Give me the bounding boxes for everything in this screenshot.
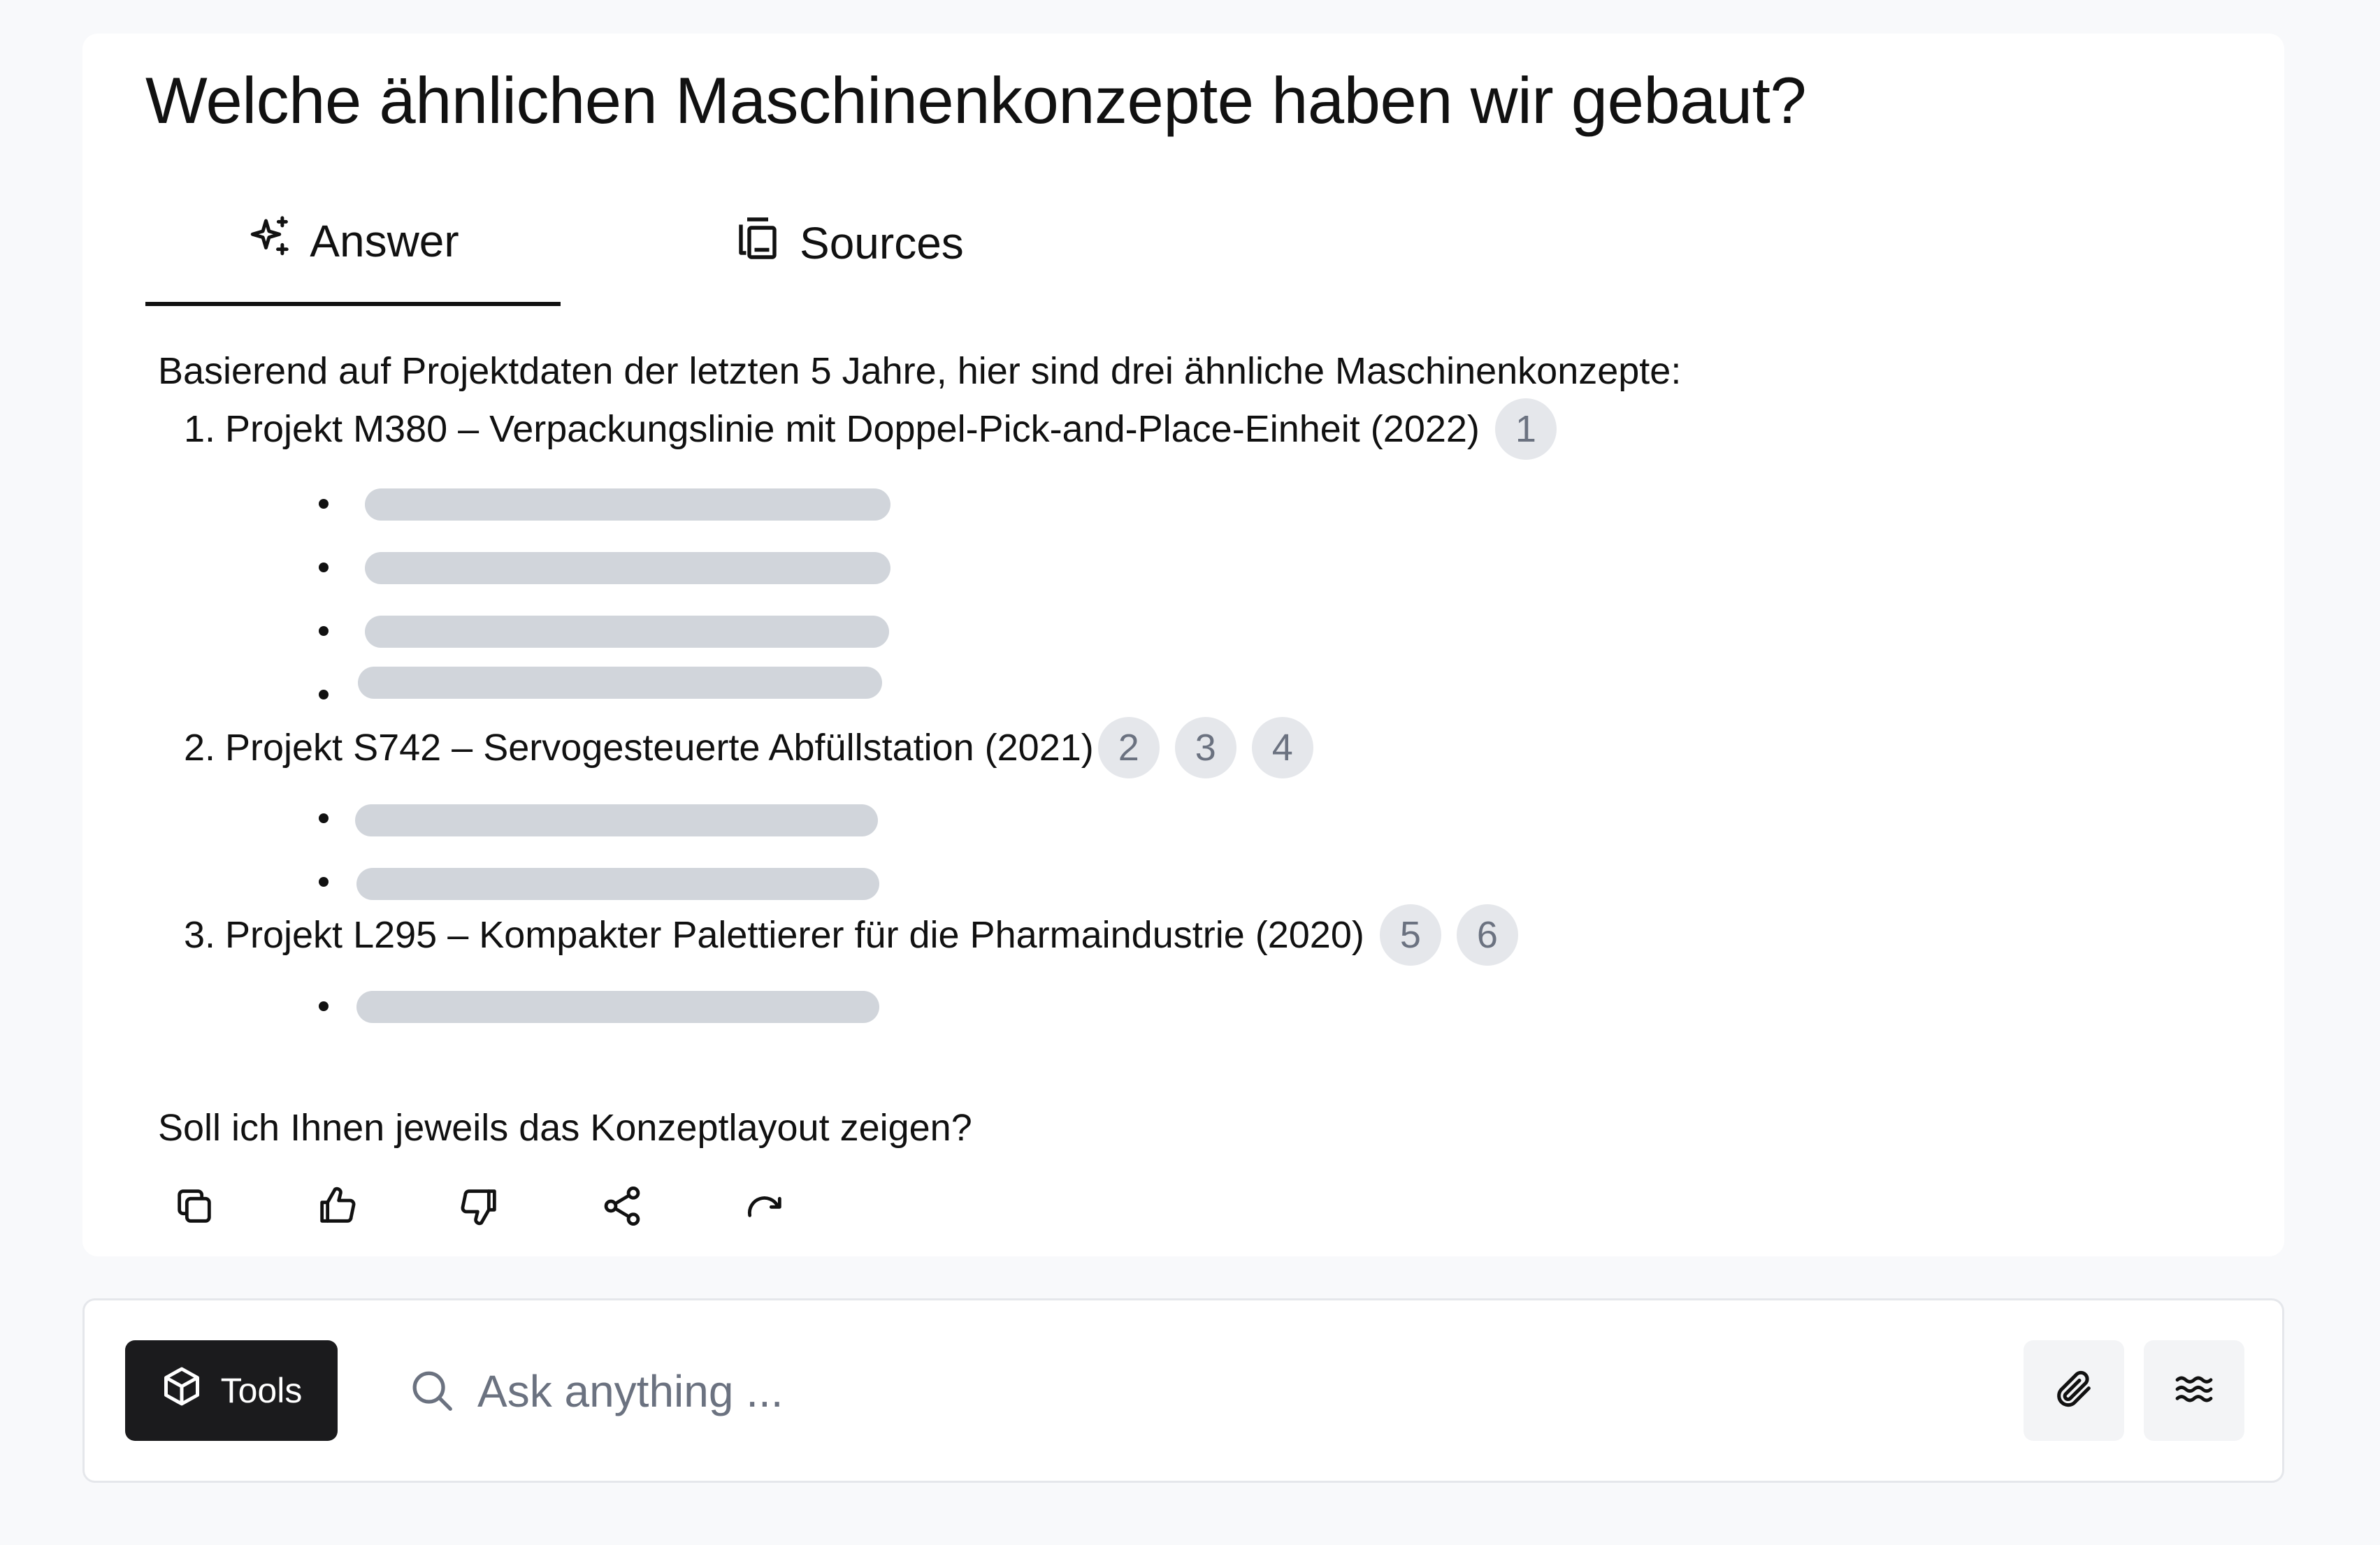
citation-badge[interactable]: 2	[1097, 717, 1160, 778]
paperclip-icon	[2051, 1367, 2096, 1415]
citation-badge[interactable]: 6	[1456, 904, 1518, 966]
citation-badge[interactable]: 4	[1251, 717, 1313, 778]
tab-answer-label: Answer	[310, 216, 459, 266]
chat-composer: Tools	[82, 1298, 2284, 1483]
loading-placeholder-bar	[358, 667, 882, 699]
copy-icon	[172, 1184, 217, 1232]
ask-input[interactable]	[476, 1352, 2017, 1430]
list-item-number: 1.	[183, 408, 215, 450]
list-item-title: Projekt L295 – Kompakter Palettierer für…	[225, 914, 1364, 956]
list-item-2: 2. Projekt S742 – Servogesteuerte Abfüll…	[158, 717, 1313, 778]
waves-icon	[2172, 1367, 2216, 1415]
bullet-point	[319, 690, 329, 699]
copy-button[interactable]	[166, 1180, 222, 1235]
share-button[interactable]	[594, 1180, 650, 1235]
loading-placeholder-bar	[356, 991, 879, 1023]
redo-icon	[742, 1184, 787, 1232]
answer-card: Welche ähnlichen Maschinenkonzepte haben…	[82, 34, 2284, 1256]
loading-placeholder-bar	[355, 804, 878, 836]
dislike-button[interactable]	[452, 1180, 507, 1235]
thumbs-down-icon	[457, 1184, 502, 1232]
bullet-point	[319, 499, 329, 509]
sparkles-icon	[247, 213, 310, 270]
answer-outro: Soll ich Ihnen jeweils das Konzeptlayout…	[158, 1107, 972, 1149]
tab-sources[interactable]: Sources	[733, 180, 964, 306]
bullet-point	[319, 813, 329, 823]
loading-placeholder-bar	[365, 552, 890, 584]
loading-placeholder-bar	[365, 616, 889, 648]
tools-button-label: Tools	[220, 1371, 303, 1410]
tab-sources-label: Sources	[800, 218, 964, 268]
list-item-1: 1. Projekt M380 – Verpackungslinie mit D…	[158, 398, 1557, 460]
list-item-3: 3. Projekt L295 – Kompakter Palettierer …	[158, 904, 1518, 966]
citation-badge[interactable]: 1	[1494, 398, 1557, 460]
thumbs-up-icon	[315, 1184, 359, 1232]
bullet-point	[319, 626, 329, 636]
attach-button[interactable]	[2024, 1340, 2124, 1441]
citation-badge[interactable]: 5	[1379, 904, 1441, 966]
tab-answer[interactable]: Answer	[145, 180, 561, 306]
list-item-title: Projekt M380 – Verpackungslinie mit Dopp…	[225, 408, 1480, 450]
bullet-point	[319, 563, 329, 572]
citation-badge[interactable]: 3	[1174, 717, 1236, 778]
question-title: Welche ähnlichen Maschinenkonzepte haben…	[145, 64, 1807, 137]
cube-icon	[161, 1365, 221, 1416]
bullet-point	[319, 877, 329, 887]
regenerate-button[interactable]	[737, 1180, 793, 1235]
search-icon	[408, 1366, 456, 1419]
list-item-number: 3.	[183, 914, 215, 956]
answer-intro: Basierend auf Projektdaten der letzten 5…	[158, 350, 1682, 392]
loading-placeholder-bar	[365, 488, 890, 521]
voice-mode-button[interactable]	[2144, 1340, 2244, 1441]
bullet-point	[319, 1001, 329, 1011]
list-item-title: Projekt S742 – Servogesteuerte Abfüllsta…	[225, 727, 1094, 769]
tab-bar: Answer Sources	[145, 180, 2242, 306]
sources-icon	[733, 213, 800, 274]
share-icon	[600, 1184, 644, 1232]
tools-button[interactable]: Tools	[125, 1340, 338, 1441]
list-item-number: 2.	[183, 727, 215, 769]
loading-placeholder-bar	[356, 868, 879, 900]
like-button[interactable]	[309, 1180, 365, 1235]
